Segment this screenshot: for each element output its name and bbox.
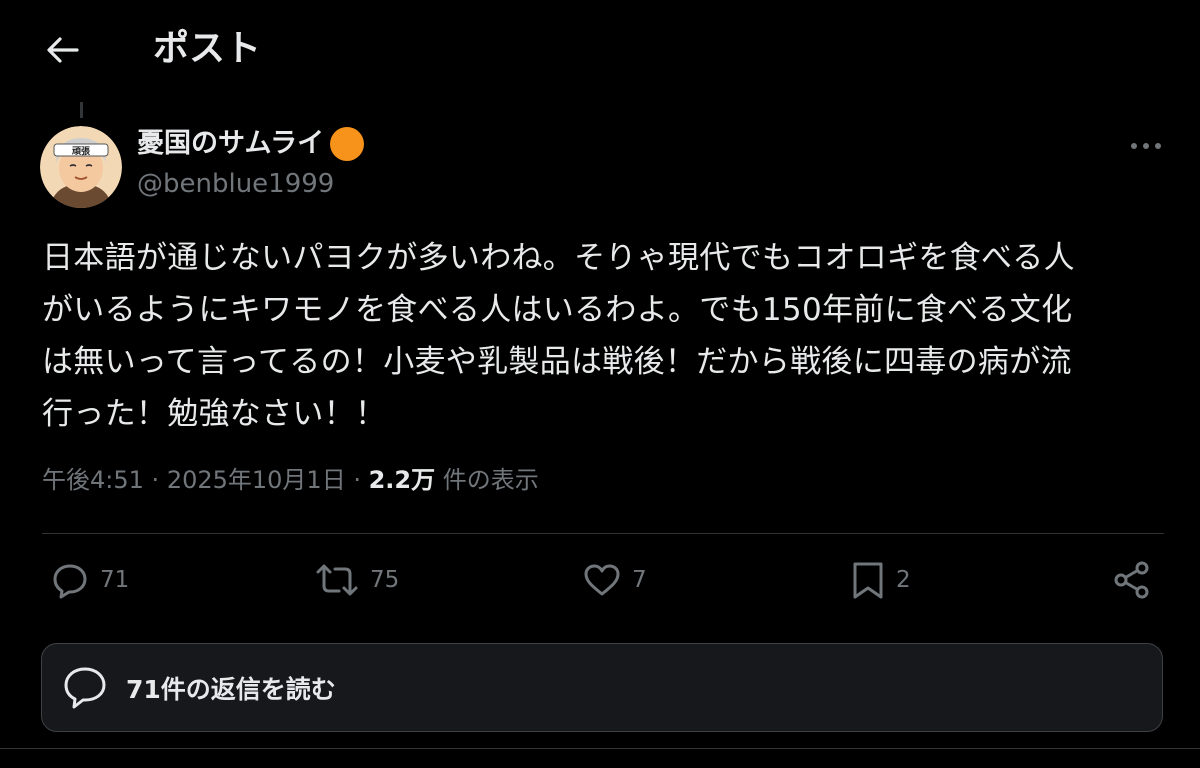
meta-separator: · bbox=[151, 466, 167, 494]
more-options-button[interactable] bbox=[1124, 132, 1168, 160]
bookmark-button[interactable]: 2 bbox=[850, 555, 911, 605]
share-button[interactable] bbox=[1112, 555, 1152, 605]
bookmark-count: 2 bbox=[896, 567, 911, 593]
post-date[interactable]: 2025年10月1日 bbox=[167, 466, 346, 494]
post-line: は無いって言ってるの！小麦や乳製品は戦後！だから戦後に四毒の病が流 bbox=[42, 344, 1072, 380]
repost-count: 75 bbox=[370, 567, 400, 593]
conversation-icon bbox=[64, 667, 106, 708]
verified-badge-icon bbox=[330, 127, 365, 161]
like-count: 7 bbox=[632, 567, 647, 593]
more-dots-icon bbox=[1131, 143, 1161, 149]
thread-line bbox=[80, 102, 83, 118]
page-title: ポスト bbox=[153, 28, 262, 69]
bottom-divider bbox=[0, 748, 1200, 749]
repost-button[interactable]: 75 bbox=[314, 555, 399, 605]
read-replies-label: 71件の返信を読む bbox=[126, 674, 336, 704]
reply-bubble-icon bbox=[53, 564, 87, 599]
bookmark-icon bbox=[853, 562, 883, 599]
reply-button[interactable]: 71 bbox=[50, 555, 129, 605]
meta-separator: · bbox=[353, 466, 369, 494]
post-meta: 午後4:51 · 2025年10月1日 · 2.2万 件の表示 bbox=[42, 462, 539, 498]
views-count[interactable]: 2.2万 bbox=[369, 466, 436, 494]
post-body: 日本語が通じないパヨクが多いわね。そりゃ現代でもコオロギを食べる人 がいるように… bbox=[42, 232, 1172, 440]
repost-icon bbox=[316, 564, 358, 596]
back-arrow-icon bbox=[47, 37, 79, 63]
share-icon bbox=[1114, 561, 1149, 599]
top-bar: ポスト bbox=[0, 0, 1200, 100]
reply-count: 71 bbox=[100, 567, 130, 593]
author-display-name[interactable]: 憂国のサムライ bbox=[137, 124, 365, 164]
read-replies-icon-wrap bbox=[60, 661, 114, 715]
avatar-headband-text: 頑張 bbox=[71, 145, 91, 157]
views-label: 件の表示 bbox=[442, 466, 539, 494]
divider bbox=[42, 533, 1164, 534]
back-button[interactable] bbox=[40, 30, 84, 70]
post-line: がいるようにキワモノを食べる人はいるわよ。でも150年前に食べる文化 bbox=[42, 292, 1073, 328]
like-button[interactable]: 7 bbox=[582, 555, 647, 605]
read-replies-button[interactable]: 71件の返信を読む bbox=[41, 643, 1163, 732]
post-line: 行った！勉強なさい！！ bbox=[42, 396, 387, 432]
action-bar: 71 75 7 2 bbox=[0, 555, 1200, 605]
author-handle[interactable]: @benblue1999 bbox=[137, 166, 334, 202]
display-name-text: 憂国のサムライ bbox=[137, 128, 325, 159]
post-line: 日本語が通じないパヨクが多いわね。そりゃ現代でもコオロギを食べる人 bbox=[42, 240, 1075, 276]
post-time[interactable]: 午後4:51 bbox=[42, 466, 144, 494]
avatar[interactable]: 頑張 bbox=[40, 126, 122, 208]
heart-icon bbox=[584, 564, 620, 596]
avatar-illustration-icon: 頑張 bbox=[40, 126, 122, 208]
